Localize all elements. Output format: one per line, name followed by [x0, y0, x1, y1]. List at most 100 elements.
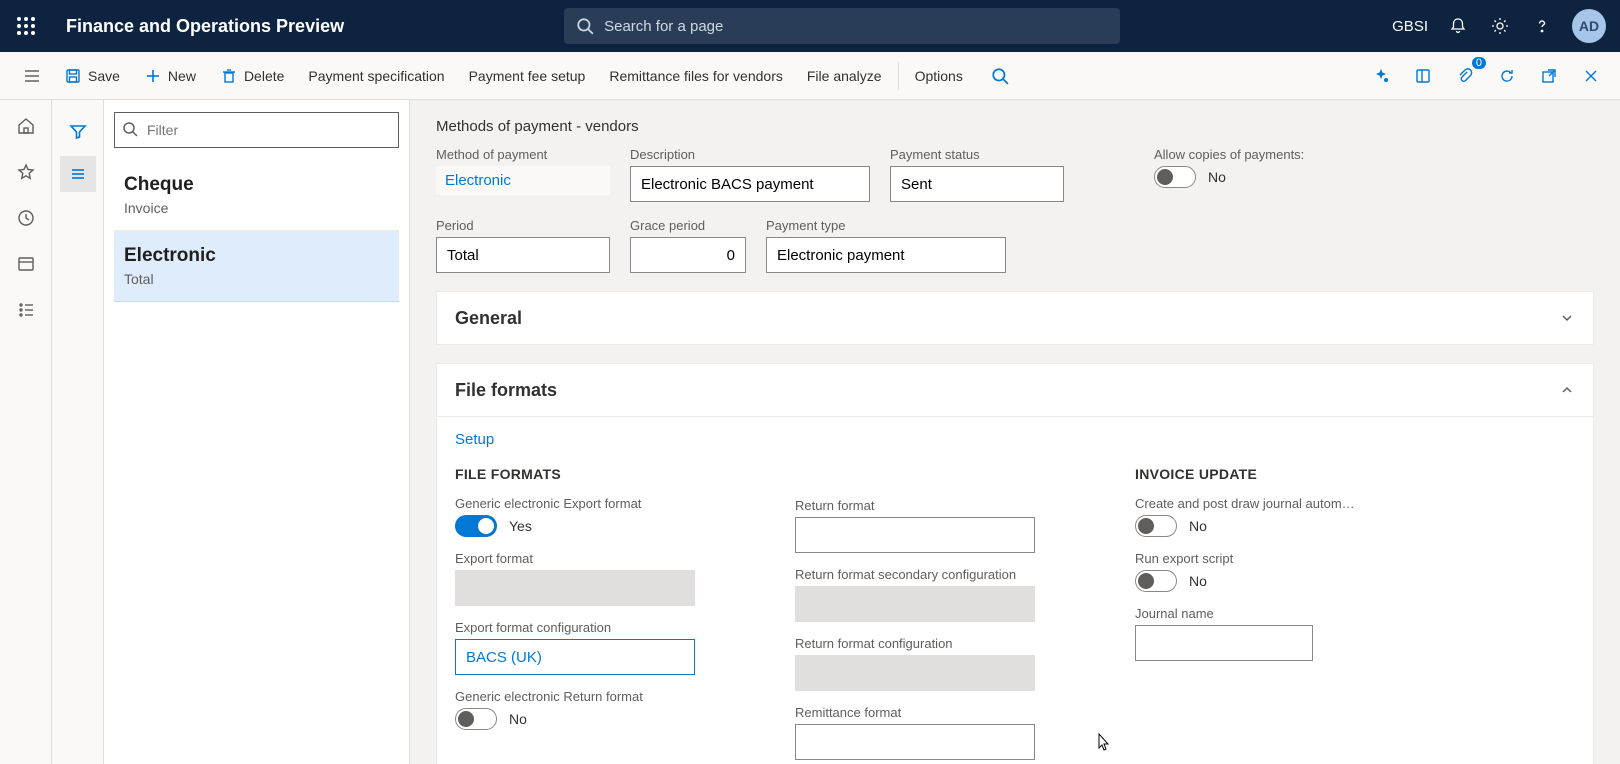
payment-fee-setup-button[interactable]: Payment fee setup — [457, 52, 598, 100]
generic-return-toggle[interactable] — [455, 708, 497, 730]
period-label: Period — [436, 218, 610, 233]
allow-copies-label: Allow copies of payments: — [1154, 147, 1304, 162]
general-fasttab-title: General — [455, 308, 522, 329]
chevron-up-icon — [1559, 382, 1575, 398]
allow-copies-toggle[interactable] — [1154, 166, 1196, 188]
save-icon — [64, 67, 82, 85]
general-fasttab: General — [436, 291, 1594, 345]
return-config-label: Return format configuration — [795, 636, 1085, 651]
journal-name-select[interactable] — [1135, 625, 1313, 661]
refresh-button[interactable] — [1490, 59, 1524, 93]
remittance-files-button[interactable]: Remittance files for vendors — [597, 52, 795, 100]
file-formats-fasttab-title: File formats — [455, 380, 557, 401]
separator — [898, 62, 899, 90]
attachments-button[interactable]: 0 — [1448, 59, 1482, 93]
return-format-label: Return format — [795, 498, 1085, 513]
page-title: Methods of payment - vendors — [436, 118, 1594, 135]
hamburger-toggle[interactable] — [12, 67, 52, 85]
method-of-payment-label: Method of payment — [436, 147, 610, 162]
export-format-label: Export format — [455, 551, 745, 566]
generic-return-label: Generic electronic Return format — [455, 689, 745, 704]
new-button[interactable]: New — [132, 52, 208, 100]
list-item-subtitle: Total — [124, 271, 389, 287]
payment-status-label: Payment status — [890, 147, 1064, 162]
file-formats-fasttab-header[interactable]: File formats — [437, 364, 1593, 416]
search-action-button[interactable] — [983, 59, 1017, 93]
export-config-select[interactable] — [455, 639, 695, 675]
app-title: Finance and Operations Preview — [66, 16, 344, 37]
workspaces-icon[interactable] — [14, 252, 38, 276]
plus-icon — [144, 67, 162, 85]
attachment-badge: 0 — [1472, 57, 1486, 69]
company-code[interactable]: GBSI — [1392, 18, 1428, 35]
method-of-payment-link[interactable]: Electronic — [436, 166, 610, 195]
export-config-label: Export format configuration — [455, 620, 745, 635]
popout-button[interactable] — [1532, 59, 1566, 93]
search-icon — [122, 121, 138, 137]
create-post-toggle[interactable] — [1135, 515, 1177, 537]
app-launcher-button[interactable] — [0, 0, 52, 52]
run-script-toggle[interactable] — [1135, 570, 1177, 592]
waffle-icon — [17, 17, 35, 35]
return-secondary-label: Return format secondary configuration — [795, 567, 1085, 582]
create-post-value: No — [1189, 518, 1207, 534]
return-config-input — [795, 655, 1035, 691]
settings-button[interactable] — [1488, 14, 1512, 38]
generic-export-label: Generic electronic Export format — [455, 496, 745, 511]
list-item-title: Electronic — [124, 245, 389, 267]
generic-export-toggle[interactable] — [455, 515, 497, 537]
list-item[interactable]: Electronic Total — [114, 231, 399, 302]
file-analyze-button[interactable]: File analyze — [795, 52, 894, 100]
file-formats-fasttab: File formats Setup FILE FORMATS Generic … — [436, 363, 1594, 764]
home-icon[interactable] — [14, 114, 38, 138]
payment-specification-button[interactable]: Payment specification — [296, 52, 456, 100]
payment-type-select[interactable] — [766, 237, 1006, 273]
general-fasttab-header[interactable]: General — [437, 292, 1593, 344]
list-item[interactable]: Cheque Invoice — [114, 160, 399, 231]
list-view-button[interactable] — [60, 156, 96, 192]
setup-link[interactable]: Setup — [455, 431, 494, 448]
export-format-input — [455, 570, 695, 606]
action-pane: Save New Delete Payment specification Pa… — [0, 52, 1620, 100]
description-label: Description — [630, 147, 870, 162]
payment-status-select[interactable] — [890, 166, 1064, 202]
run-script-value: No — [1189, 573, 1207, 589]
copilot-button[interactable] — [1364, 59, 1398, 93]
payment-type-label: Payment type — [766, 218, 1006, 233]
notifications-button[interactable] — [1446, 14, 1470, 38]
journal-name-label: Journal name — [1135, 606, 1425, 621]
filter-funnel-button[interactable] — [60, 114, 96, 150]
invoice-update-section-header: INVOICE UPDATE — [1135, 466, 1425, 482]
close-button[interactable] — [1574, 59, 1608, 93]
return-format-select[interactable] — [795, 517, 1035, 553]
top-navbar: Finance and Operations Preview GBSI AD — [0, 0, 1620, 52]
generic-return-value: No — [509, 711, 527, 727]
favorites-icon[interactable] — [14, 160, 38, 184]
trash-icon — [220, 67, 238, 85]
navigation-rail — [0, 100, 52, 764]
create-post-label: Create and post draw journal autom… — [1135, 496, 1425, 511]
file-formats-section-header: FILE FORMATS — [455, 466, 745, 482]
global-search-input[interactable] — [564, 8, 1120, 44]
modules-icon[interactable] — [14, 298, 38, 322]
recent-icon[interactable] — [14, 206, 38, 230]
description-input[interactable] — [630, 166, 870, 202]
user-avatar[interactable]: AD — [1572, 9, 1606, 43]
grace-period-input[interactable] — [630, 237, 746, 273]
filter-input[interactable] — [114, 112, 399, 148]
list-item-title: Cheque — [124, 174, 389, 196]
chevron-down-icon — [1559, 310, 1575, 326]
return-secondary-input — [795, 586, 1035, 622]
grace-period-label: Grace period — [630, 218, 746, 233]
delete-button[interactable]: Delete — [208, 52, 296, 100]
list-item-subtitle: Invoice — [124, 200, 389, 216]
options-button[interactable]: Options — [903, 52, 975, 100]
record-list-panel: Cheque Invoice Electronic Total — [104, 100, 410, 764]
remittance-format-select[interactable] — [795, 724, 1035, 760]
generic-export-value: Yes — [509, 518, 532, 534]
help-button[interactable] — [1530, 14, 1554, 38]
map-button[interactable] — [1406, 59, 1440, 93]
main-content: Methods of payment - vendors Method of p… — [410, 100, 1620, 764]
period-select[interactable] — [436, 237, 610, 273]
save-button[interactable]: Save — [52, 52, 132, 100]
